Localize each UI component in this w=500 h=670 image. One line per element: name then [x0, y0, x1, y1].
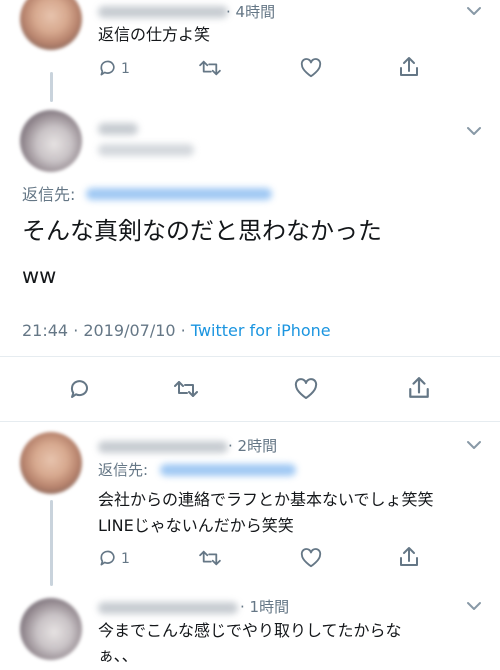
replying-to-user[interactable]	[160, 464, 296, 476]
tweet-time: · 4時間	[226, 3, 276, 21]
tweet-text: 今までこんな感じでやり取りしてたからな	[98, 621, 402, 640]
tweet-text-continuation: LINEじゃないんだから笑笑	[98, 516, 294, 535]
share-icon[interactable]	[399, 56, 419, 78]
tweet-text-continuation: ww	[22, 264, 57, 288]
tweet-text: 会社からの連絡でラフとか基本ないでしょ笑笑	[98, 490, 434, 509]
chevron-down-icon[interactable]	[466, 126, 482, 136]
reply-icon[interactable]	[68, 377, 92, 401]
divider	[0, 356, 500, 357]
reply-icon[interactable]	[98, 548, 118, 568]
avatar[interactable]	[20, 0, 82, 50]
reply-count: 1	[121, 61, 130, 77]
chevron-down-icon[interactable]	[466, 601, 482, 611]
share-icon[interactable]	[399, 546, 419, 568]
tweet-text: 返信の仕方よ笑	[98, 25, 211, 44]
tweet-time: · 2時間	[228, 437, 278, 455]
heart-icon[interactable]	[300, 58, 322, 78]
user-name[interactable]	[98, 602, 238, 614]
replying-to-label: 返信先:	[22, 185, 76, 204]
timestamp-text: 21:44 · 2019/07/10 ·	[22, 321, 191, 340]
chevron-down-icon[interactable]	[466, 440, 482, 450]
user-name[interactable]	[98, 441, 228, 453]
tweet-text-continuation: ぁ、、	[98, 646, 138, 665]
heart-icon[interactable]	[300, 548, 322, 568]
retweet-icon[interactable]	[199, 549, 221, 567]
avatar[interactable]	[20, 598, 82, 660]
retweet-icon[interactable]	[199, 59, 221, 77]
chevron-down-icon[interactable]	[466, 6, 482, 16]
user-handle[interactable]	[98, 144, 194, 156]
replying-to-user[interactable]	[86, 188, 272, 200]
retweet-icon[interactable]	[174, 379, 198, 399]
avatar[interactable]	[20, 110, 82, 172]
reply-count: 1	[121, 551, 130, 567]
tweet-text: そんな真剣なのだと思わなかった	[22, 217, 382, 245]
user-name[interactable]	[98, 123, 138, 135]
reply-icon[interactable]	[98, 58, 118, 78]
divider	[0, 421, 500, 422]
share-icon[interactable]	[408, 376, 430, 400]
tweet-timestamp: 21:44 · 2019/07/10 · Twitter for iPhone	[22, 322, 331, 340]
replying-to-label: 返信先:	[98, 461, 149, 479]
tweet-time: · 1時間	[240, 598, 290, 616]
heart-icon[interactable]	[294, 378, 318, 400]
thread-line	[50, 72, 53, 102]
thread-line	[50, 500, 53, 586]
user-name[interactable]	[98, 6, 228, 18]
tweet-source-link[interactable]: Twitter for iPhone	[191, 321, 331, 340]
avatar[interactable]	[20, 432, 82, 494]
